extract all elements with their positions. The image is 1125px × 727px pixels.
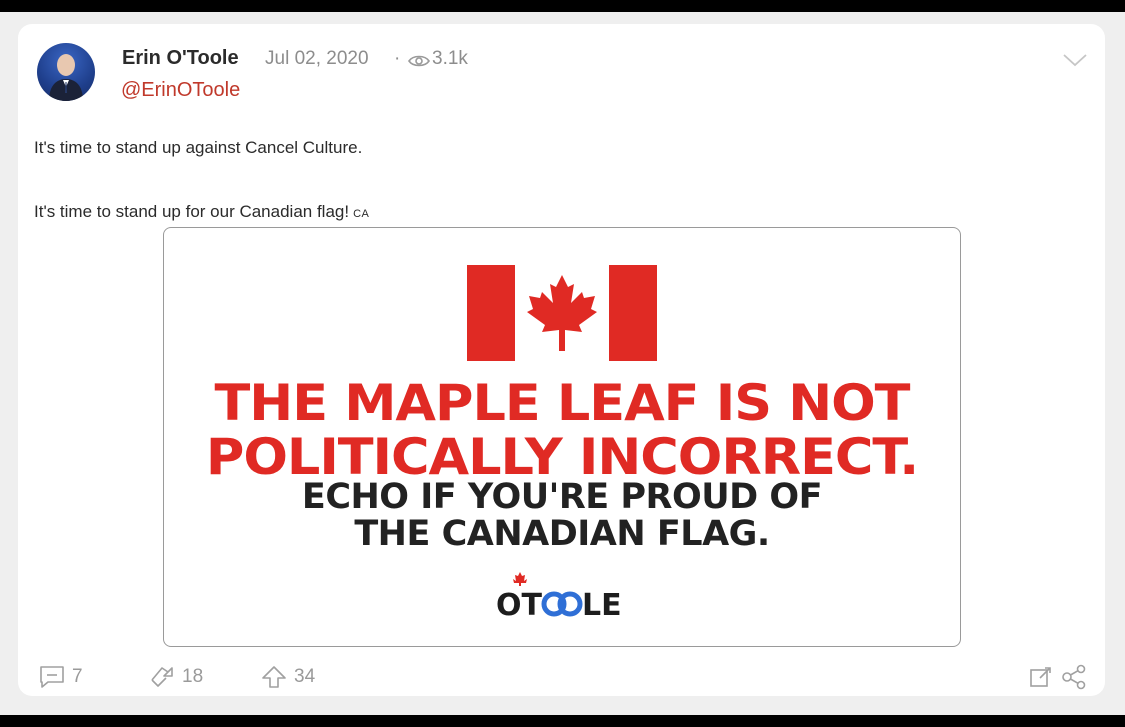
- canadian-flag-icon: [467, 265, 657, 361]
- post-image[interactable]: THE MAPLE LEAF IS NOT POLITICALLY INCORR…: [163, 227, 961, 647]
- headline-red-line-1: THE MAPLE LEAF IS NOT: [214, 374, 911, 432]
- upvote-count: 34: [294, 666, 316, 687]
- author-name[interactable]: Erin O'Toole: [122, 47, 239, 70]
- post-card: Erin O'Toole Jul 02, 2020 · 3.1k @ErinOT…: [18, 24, 1105, 696]
- otoole-logo: OT LE: [496, 572, 622, 622]
- author-avatar[interactable]: [37, 43, 95, 101]
- echo-icon: [151, 667, 173, 687]
- svg-text:LE: LE: [582, 588, 622, 622]
- view-count: 3.1k: [432, 48, 468, 69]
- post-text-line-2-content: It's time to stand up for our Canadian f…: [34, 202, 350, 221]
- comment-icon: [40, 666, 64, 688]
- post-text-line-1: It's time to stand up against Cancel Cul…: [34, 138, 363, 157]
- chevron-down-icon[interactable]: [1062, 52, 1088, 68]
- echo-count: 18: [182, 666, 204, 687]
- post-toolbar-right: [1028, 664, 1094, 690]
- post-date: Jul 02, 2020: [265, 48, 369, 69]
- headline-dark-line-2: THE CANADIAN FLAG.: [354, 514, 770, 554]
- headline-dark-line-1: ECHO IF YOU'RE PROUD OF: [301, 477, 823, 517]
- upvote-icon: [262, 666, 286, 688]
- edit-icon[interactable]: [1028, 664, 1054, 690]
- flag-tag: CA: [353, 208, 370, 220]
- comment-count: 7: [72, 666, 83, 687]
- share-icon[interactable]: [1060, 664, 1088, 690]
- comment-button[interactable]: 7: [38, 664, 83, 690]
- eye-icon: [408, 55, 430, 67]
- feed-background: Erin O'Toole Jul 02, 2020 · 3.1k @ErinOT…: [0, 12, 1125, 715]
- svg-text:OT: OT: [496, 588, 543, 622]
- echo-button[interactable]: 18: [148, 664, 203, 690]
- post-text-line-2: It's time to stand up for our Canadian f…: [34, 202, 369, 222]
- upvote-button[interactable]: 34: [260, 664, 315, 690]
- meta-separator: ·: [394, 48, 401, 69]
- author-handle[interactable]: @ErinOToole: [121, 79, 240, 102]
